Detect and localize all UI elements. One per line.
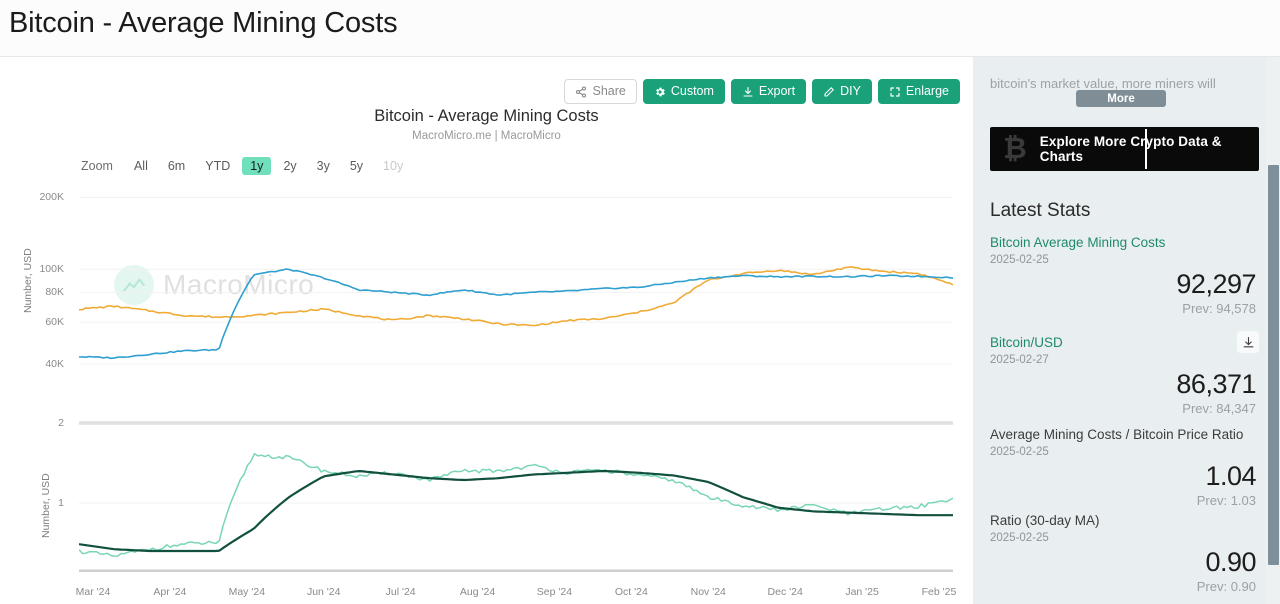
stat-value: 92,297 xyxy=(1176,268,1256,299)
zoom-option-1y[interactable]: 1y xyxy=(242,157,272,175)
chart-title: Bitcoin - Average Mining Costs xyxy=(374,107,599,125)
stat-date: 2025-02-25 xyxy=(990,531,1049,544)
stat-value: 0.90 xyxy=(1205,546,1256,577)
stat-card: Average Mining Costs / Bitcoin Price Rat… xyxy=(990,427,1257,508)
page-header: Bitcoin - Average Mining Costs xyxy=(0,0,1280,57)
stat-name: Average Mining Costs / Bitcoin Price Rat… xyxy=(990,427,1244,442)
x-tick-label: Sep '24 xyxy=(536,586,573,598)
y-axis-labels: Number, USD Number, USD 40K 60K 80K 100K 200… xyxy=(0,183,72,583)
y-tick-label: 1 xyxy=(58,497,64,509)
stat-card: Bitcoin Average Mining Costs 2025-02-25 92… xyxy=(990,235,1257,316)
x-axis-labels: Mar '24 Apr '24 May '24 Jun '24 Jul '24 Aug '… xyxy=(75,586,957,602)
stat-value: 86,371 xyxy=(1176,368,1256,399)
stat-date: 2025-02-25 xyxy=(990,253,1049,266)
x-tick-label: Nov '24 xyxy=(690,586,726,598)
stat-card: Ratio (30-day MA) 2025-02-25 0.90 Prev: 0.9… xyxy=(990,513,1257,594)
export-button[interactable]: Export xyxy=(730,79,807,104)
x-tick-label: Apr '24 xyxy=(153,586,187,598)
x-tick-label: Mar '24 xyxy=(75,586,111,598)
y-tick-label: 200K xyxy=(39,191,64,204)
page-scrollbar-track[interactable] xyxy=(1266,57,1280,604)
y-axis-title-bottom: Number, USD xyxy=(40,473,52,538)
x-tick-label: May '24 xyxy=(228,586,266,598)
text-cursor xyxy=(1145,129,1147,169)
custom-label: Custom xyxy=(670,84,714,99)
x-tick-label: Aug '24 xyxy=(459,586,496,598)
x-tick-label: Jul '24 xyxy=(385,586,416,598)
page-title: Bitcoin - Average Mining Costs xyxy=(9,7,398,39)
x-tick-label: Dec '24 xyxy=(767,586,803,598)
latest-stats-title: Latest Stats xyxy=(990,200,1091,221)
more-button[interactable]: More xyxy=(1076,90,1166,107)
stat-name: Ratio (30-day MA) xyxy=(990,513,1100,528)
zoom-option-all[interactable]: All xyxy=(126,157,156,175)
zoom-option-6m[interactable]: 6m xyxy=(160,157,193,175)
y-tick-label: 100K xyxy=(39,263,64,276)
share-icon xyxy=(575,85,587,98)
stat-date: 2025-02-27 xyxy=(990,353,1049,366)
export-label: Export xyxy=(758,84,796,99)
x-tick-label: Jan '25 xyxy=(845,586,879,598)
sidebar: bitcoin's market value, more miners will… xyxy=(973,57,1273,604)
y-tick-label: 60K xyxy=(45,316,64,329)
stat-previous-value: Prev: 1.03 xyxy=(1196,492,1256,508)
y-tick-label: 2 xyxy=(58,417,64,429)
diy-button[interactable]: DIY xyxy=(812,79,872,104)
y-tick-label: 80K xyxy=(45,286,64,299)
x-tick-label: Feb '25 xyxy=(921,586,957,598)
zoom-option-3y[interactable]: 3y xyxy=(309,157,338,175)
stat-previous-value: Prev: 84,347 xyxy=(1182,400,1256,416)
custom-button[interactable]: Custom xyxy=(642,79,725,104)
stat-value: 1.04 xyxy=(1205,460,1256,491)
stat-previous-value: Prev: 94,578 xyxy=(1182,300,1256,316)
chart-panel: Share Custom Export DIY Enlarge Bitcoin … xyxy=(0,57,973,604)
zoom-option-ytd[interactable]: YTD xyxy=(197,157,238,175)
stat-date: 2025-02-25 xyxy=(990,445,1049,458)
pencil-icon xyxy=(823,86,835,98)
stat-name[interactable]: Bitcoin Average Mining Costs xyxy=(990,235,1256,252)
ratio-plot-area[interactable] xyxy=(78,412,954,573)
promo-banner-label: Explore More Crypto Data & Charts xyxy=(1039,134,1222,164)
page-scrollbar-thumb[interactable] xyxy=(1268,165,1279,565)
x-tick-label: Oct '24 xyxy=(614,586,648,598)
chart-subtitle: MacroMicro.me | MacroMicro xyxy=(412,130,561,142)
stat-previous-value: Prev: 0.90 xyxy=(1196,578,1256,594)
diy-label: DIY xyxy=(840,84,861,99)
zoom-option-5y[interactable]: 5y xyxy=(342,157,371,175)
download-stat-button[interactable] xyxy=(1237,331,1259,353)
zoom-option-10y: 10y xyxy=(383,159,404,173)
zoom-range-selector: Zoom All 6m YTD 1y 2y 3y 5y 10y xyxy=(81,157,415,175)
enlarge-button[interactable]: Enlarge xyxy=(877,79,960,104)
download-icon xyxy=(742,86,754,98)
stat-name[interactable]: Bitcoin/USD xyxy=(990,335,1256,352)
bitcoin-logo-icon: ₿ xyxy=(1003,132,1027,165)
promo-banner[interactable]: ₿ Explore More Crypto Data & Charts xyxy=(990,127,1259,171)
expand-icon xyxy=(889,86,901,98)
price-plot-area[interactable] xyxy=(78,183,954,378)
share-label: Share xyxy=(592,84,626,99)
zoom-label: Zoom xyxy=(81,159,113,173)
y-tick-label: 40K xyxy=(45,358,64,371)
share-button[interactable]: Share xyxy=(564,79,637,104)
chart-toolbar: Share Custom Export DIY Enlarge xyxy=(564,79,960,104)
zoom-options: All 6m YTD 1y 2y 3y 5y 10y xyxy=(126,157,415,175)
enlarge-label: Enlarge xyxy=(905,84,949,99)
gear-icon xyxy=(654,86,666,98)
stat-card: Bitcoin/USD 2025-02-27 86,371 Prev: 84,347 xyxy=(990,335,1257,416)
zoom-option-2y[interactable]: 2y xyxy=(275,157,304,175)
x-tick-label: Jun '24 xyxy=(306,586,341,598)
y-axis-title-top: Number, USD xyxy=(22,248,34,313)
